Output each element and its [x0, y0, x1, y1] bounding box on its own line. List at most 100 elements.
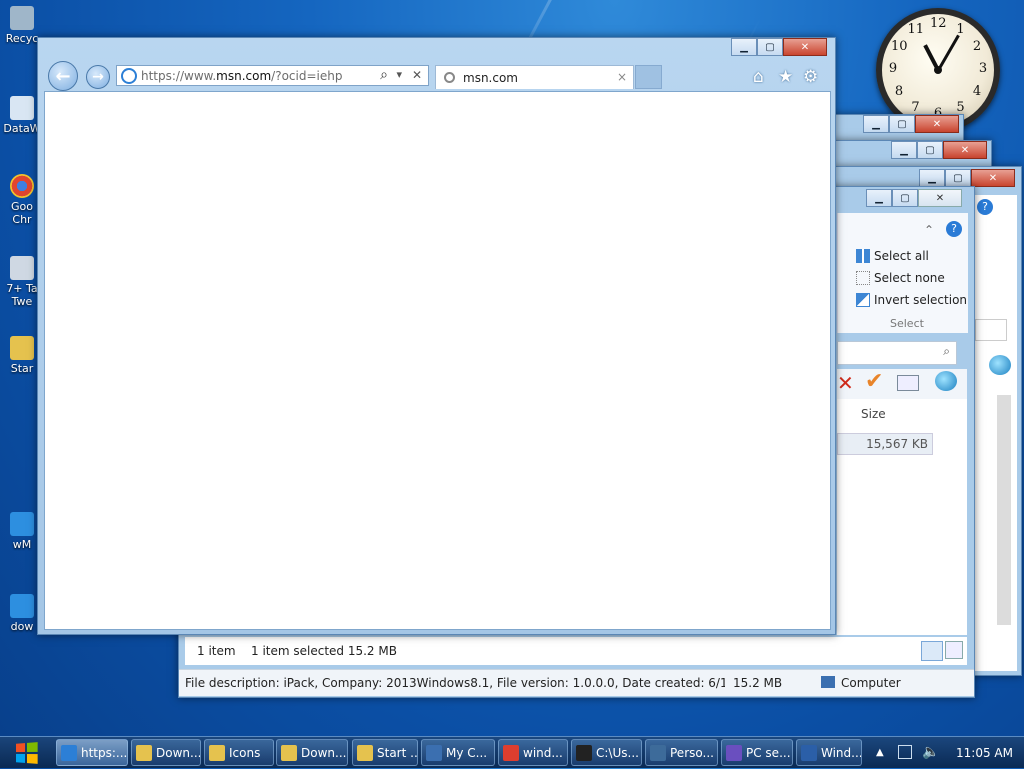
minimize-button[interactable]: ▁ — [731, 38, 757, 56]
taskbar-button[interactable]: Perso... — [645, 739, 718, 766]
ribbon-select-group: ⌃ ? Select all Select none Invert select… — [837, 213, 968, 333]
ribbon-group-label: Select — [890, 317, 924, 330]
shell-icon — [989, 355, 1011, 375]
close-button[interactable]: ✕ — [915, 115, 959, 133]
taskbar-button-label: PC se... — [746, 745, 791, 760]
taskbar-button[interactable]: Down... — [276, 739, 348, 766]
favorites-icon[interactable]: ★ — [778, 67, 793, 87]
search-input[interactable]: ⌕ — [837, 341, 957, 365]
select-none-icon — [856, 271, 870, 285]
envelope-icon[interactable] — [897, 375, 919, 391]
collapse-ribbon-icon[interactable]: ⌃ — [924, 223, 934, 237]
clock-number: 2 — [972, 38, 982, 54]
address-domain: msn.com — [216, 68, 272, 83]
minimize-button[interactable]: ▁ — [891, 141, 917, 159]
taskbar-app-icon — [209, 744, 225, 761]
minimize-button[interactable]: ▁ — [863, 115, 889, 133]
close-button[interactable]: ✕ — [918, 189, 962, 207]
arrow-right-icon: → — [92, 69, 104, 85]
taskbar-button-label: Down... — [156, 745, 201, 760]
chevron-down-icon[interactable]: ▾ — [396, 68, 402, 81]
maximize-button[interactable]: ▢ — [889, 115, 915, 133]
maximize-button[interactable]: ▢ — [892, 189, 918, 207]
minimize-button[interactable]: ▁ — [866, 189, 892, 207]
search-icon[interactable]: ⌕ — [380, 67, 388, 83]
checkmark-icon[interactable]: ✔ — [865, 369, 883, 394]
invert-selection-button[interactable]: Invert selection — [856, 293, 967, 307]
ie-logo-icon — [121, 67, 137, 84]
explorer-toolbar: ✕ ✔ — [837, 369, 967, 399]
invert-selection-label: Invert selection — [874, 293, 968, 307]
app-icon — [10, 256, 34, 280]
taskbar-app-icon — [503, 744, 519, 761]
browser-window[interactable]: ▁ ▢ ✕ ← → https://www. msn.com/?ocid=iehp… — [37, 37, 836, 635]
clock-number: 11 — [907, 22, 925, 38]
new-tab-button[interactable] — [635, 65, 662, 89]
taskbar-button[interactable]: Start ... — [352, 739, 418, 766]
tab-close-icon[interactable]: × — [617, 70, 627, 84]
network-icon[interactable] — [898, 745, 912, 759]
large-icons-view-icon[interactable] — [945, 641, 963, 659]
loading-icon — [444, 72, 455, 83]
taskbar-button[interactable]: wind... — [498, 739, 568, 766]
maximize-button[interactable]: ▢ — [757, 38, 783, 56]
forward-button[interactable]: → — [86, 65, 110, 89]
show-hidden-icons-button[interactable]: ▲ — [876, 747, 884, 758]
file-size-cell: 15,567 KB — [866, 437, 928, 451]
tools-gear-icon[interactable]: ⚙ — [803, 67, 818, 87]
computer-icon — [821, 676, 835, 688]
taskbar-button-label: Perso... — [670, 745, 714, 760]
close-button[interactable]: ✕ — [971, 169, 1015, 187]
column-header-size[interactable]: Size — [861, 407, 886, 421]
browser-content[interactable] — [44, 91, 831, 630]
invert-selection-icon — [856, 293, 870, 307]
vertical-scrollbar[interactable] — [997, 395, 1011, 625]
taskbar-button-label: Wind... — [821, 745, 862, 760]
taskbar-button[interactable]: Wind... — [796, 739, 862, 766]
maximize-button[interactable]: ▢ — [917, 141, 943, 159]
taskbar-app-icon — [281, 744, 297, 761]
select-none-button[interactable]: Select none — [856, 271, 945, 285]
taskbar-button[interactable]: My C... — [421, 739, 495, 766]
taskbar-app-icon — [61, 744, 77, 761]
details-size: 15.2 MB — [733, 676, 783, 690]
shell-icon[interactable] — [935, 371, 957, 391]
taskbar-button[interactable]: https:... — [56, 739, 128, 766]
recycle-bin-icon — [10, 6, 34, 30]
clock-number: 1 — [956, 22, 965, 38]
taskbar-button-label: My C... — [446, 745, 488, 760]
help-icon[interactable]: ? — [946, 221, 962, 237]
taskbar-button[interactable]: Down... — [131, 739, 201, 766]
taskbar-app-icon — [357, 744, 373, 761]
maximize-button[interactable]: ▢ — [945, 169, 971, 187]
start-button[interactable] — [2, 737, 50, 769]
search-icon[interactable] — [975, 319, 1007, 341]
tab-msn[interactable]: msn.com × — [435, 65, 634, 89]
volume-icon[interactable]: 🔈 — [922, 744, 939, 760]
status-selected: 1 item selected 15.2 MB — [251, 644, 397, 658]
delete-icon[interactable]: ✕ — [837, 371, 854, 395]
close-button[interactable]: ✕ — [783, 38, 827, 56]
taskbar-button-label: Start ... — [377, 745, 418, 760]
select-none-label: Select none — [874, 271, 945, 285]
taskbar-button[interactable]: Icons — [204, 739, 274, 766]
close-button[interactable]: ✕ — [943, 141, 987, 159]
stop-icon[interactable]: ✕ — [412, 68, 422, 82]
back-button[interactable]: ← — [48, 61, 78, 91]
select-all-button[interactable]: Select all — [856, 249, 929, 263]
address-bar[interactable]: https://www. msn.com/?ocid=iehp ⌕ ▾ ✕ — [116, 65, 429, 86]
folder-icon — [10, 336, 34, 360]
clock-number: 9 — [888, 61, 898, 76]
help-icon[interactable]: ? — [977, 199, 993, 215]
home-icon[interactable]: ⌂ — [753, 67, 764, 87]
table-row[interactable]: 15,567 KB — [837, 433, 933, 455]
taskbar-app-icon — [726, 744, 742, 761]
address-prefix: https://www. — [141, 68, 217, 83]
taskbar-button[interactable]: C:\Us... — [571, 739, 642, 766]
minimize-button[interactable]: ▁ — [919, 169, 945, 187]
tab-title: msn.com — [463, 70, 518, 85]
details-view-icon[interactable] — [921, 641, 943, 661]
taskbar-button[interactable]: PC se... — [721, 739, 793, 766]
address-suffix: /?ocid=iehp — [271, 68, 343, 83]
tray-clock[interactable]: 11:05 AM — [956, 746, 1013, 760]
